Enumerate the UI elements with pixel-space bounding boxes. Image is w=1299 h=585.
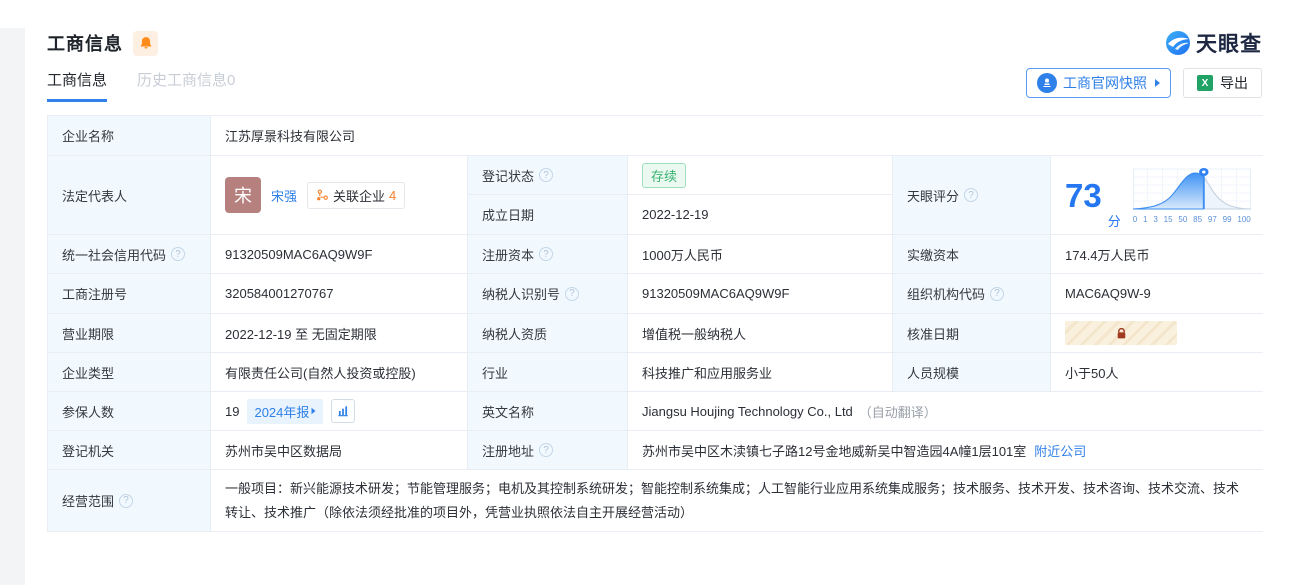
field-value-credit-code: 91320509MAC6AQ9W9F — [211, 235, 467, 273]
business-info-table: 企业名称 江苏厚景科技有限公司 法定代表人 宋 宋强 关联企业 4 登记状态 ?… — [47, 115, 1263, 532]
help-icon[interactable] — [990, 286, 1005, 301]
field-label-registration-authority: 登记机关 — [48, 431, 210, 469]
official-snapshot-button[interactable]: 工商官网快照 — [1026, 68, 1171, 98]
help-icon[interactable] — [964, 188, 979, 202]
field-label-tyc-score: 天眼评分 — [893, 156, 1050, 234]
locked-value-placeholder[interactable] — [1065, 321, 1177, 345]
field-value-registered-capital: 1000万人民币 — [628, 235, 892, 273]
official-snapshot-label: 工商官网快照 — [1063, 75, 1147, 91]
field-label-paid-capital: 实缴资本 — [893, 235, 1050, 273]
help-icon[interactable] — [565, 286, 580, 301]
tianyancha-logo-icon — [1166, 31, 1190, 55]
help-icon[interactable] — [119, 493, 134, 508]
field-value-paid-capital: 174.4万人民币 — [1051, 235, 1263, 273]
field-value-registration-status: 存续 — [628, 156, 892, 194]
nearby-companies-link[interactable]: 附近公司 — [1034, 441, 1086, 460]
toolbar-actions: 工商官网快照 X 导出 — [1026, 68, 1262, 98]
panel-header: 工商信息 天眼查 — [47, 28, 1262, 58]
score-distribution-chart: 0 1 3 15 50 85 97 99 100 — [1132, 167, 1251, 224]
related-companies-count: 4 — [389, 187, 397, 203]
field-label-registered-capital: 注册资本 — [468, 235, 627, 273]
field-value-organization-code: MAC6AQ9W-9 — [1051, 274, 1263, 313]
field-label-organization-code: 组织机构代码 — [893, 274, 1050, 313]
bell-icon — [140, 37, 151, 49]
field-label-insured-count: 参保人数 — [48, 392, 210, 430]
page-left-gutter — [0, 28, 25, 585]
field-label-industry: 行业 — [468, 353, 627, 391]
tianyancha-logo: 天眼查 — [1165, 28, 1262, 58]
field-value-business-term: 2022-12-19 至 无固定期限 — [211, 314, 467, 352]
field-value-legal-representative: 宋 宋强 关联企业 4 — [211, 156, 467, 234]
related-company-icon — [317, 189, 328, 200]
field-value-staff-size: 小于50人 — [1051, 353, 1263, 391]
export-button[interactable]: X 导出 — [1183, 68, 1262, 98]
field-label-business-term: 营业期限 — [48, 314, 210, 352]
annual-report-badge[interactable]: 2024年报 — [247, 398, 324, 424]
field-label-business-scope: 经营范围 — [48, 470, 210, 531]
field-label-taxpayer-id: 纳税人识别号 — [468, 274, 627, 313]
excel-icon: X — [1197, 75, 1213, 91]
field-value-registration-number: 320584001270767 — [211, 274, 467, 313]
legal-rep-avatar[interactable]: 宋 — [225, 177, 261, 213]
field-label-company-type: 企业类型 — [48, 353, 210, 391]
field-label-registration-status: 登记状态 — [468, 156, 627, 194]
field-label-approval-date: 核准日期 — [893, 314, 1050, 352]
field-label-company-name: 企业名称 — [48, 116, 210, 155]
field-label-establish-date: 成立日期 — [468, 195, 627, 234]
related-companies-badge[interactable]: 关联企业 4 — [307, 181, 406, 209]
seal-icon — [1037, 73, 1057, 93]
export-label: 导出 — [1220, 75, 1248, 91]
help-icon[interactable] — [539, 168, 554, 182]
score-unit: 分 — [1107, 214, 1121, 229]
field-value-company-name: 江苏厚景科技有限公司 — [211, 116, 1263, 155]
monitor-bell-button[interactable] — [133, 30, 158, 56]
tab-history-business-info[interactable]: 历史工商信息0 — [137, 69, 235, 102]
field-value-insured-count: 19 2024年报 — [211, 392, 467, 430]
insured-trend-button[interactable] — [331, 399, 356, 423]
score-axis-ticks: 0 1 3 15 50 85 97 99 100 — [1132, 214, 1251, 224]
legal-rep-name-link[interactable]: 宋强 — [271, 186, 297, 205]
field-label-english-name: 英文名称 — [468, 392, 627, 430]
help-icon[interactable] — [539, 443, 554, 457]
field-label-registered-address: 注册地址 — [468, 431, 627, 469]
chevron-right-icon — [311, 407, 316, 415]
trend-chart-icon — [338, 406, 349, 417]
business-info-panel: 工商信息 天眼查 工商信息 历史工商信息0 工商官网快照 X 导出 企业名称 江… — [25, 28, 1299, 532]
field-value-tyc-score: 73 分 0 1 3 15 50 85 97 99 100 — [1051, 156, 1263, 234]
field-value-business-scope: 一般项目：新兴能源技术研发；节能管理服务；电机及其控制系统研发；智能控制系统集成… — [211, 470, 1263, 531]
field-value-establish-date: 2022-12-19 — [628, 195, 892, 234]
field-value-industry: 科技推广和应用服务业 — [628, 353, 892, 391]
field-value-taxpayer-quality: 增值税一般纳税人 — [628, 314, 892, 352]
tabs-toolbar-row: 工商信息 历史工商信息0 工商官网快照 X 导出 — [47, 68, 1262, 102]
field-value-company-type: 有限责任公司(自然人投资或控股) — [211, 353, 467, 391]
lock-icon — [1117, 327, 1125, 338]
page-title: 工商信息 — [47, 34, 123, 54]
help-icon[interactable] — [171, 247, 186, 261]
field-value-registered-address: 苏州市吴中区木渎镇七子路12号金地威新吴中智造园4A幢1层101室 附近公司 — [628, 431, 1263, 469]
score-marker-pin-icon — [1198, 167, 1209, 176]
field-value-taxpayer-id: 91320509MAC6AQ9W9F — [628, 274, 892, 313]
field-label-taxpayer-quality: 纳税人资质 — [468, 314, 627, 352]
related-companies-label: 关联企业 — [333, 188, 386, 204]
field-value-english-name: Jiangsu Houjing Technology Co., Ltd （自动翻… — [628, 392, 1263, 430]
tab-bar: 工商信息 历史工商信息0 — [47, 69, 235, 102]
tianyancha-logo-text: 天眼查 — [1196, 33, 1262, 56]
field-value-approval-date — [1051, 314, 1263, 352]
auto-translate-note: （自动翻译） — [858, 404, 937, 420]
field-value-registration-authority: 苏州市吴中区数据局 — [211, 431, 467, 469]
field-label-registration-number: 工商注册号 — [48, 274, 210, 313]
field-label-credit-code: 统一社会信用代码 — [48, 235, 210, 273]
help-icon[interactable] — [539, 247, 554, 261]
status-badge: 存续 — [642, 162, 687, 188]
score-value: 73 — [1065, 176, 1102, 214]
tab-business-info[interactable]: 工商信息 — [47, 69, 108, 102]
chevron-right-icon — [1155, 79, 1160, 87]
field-label-staff-size: 人员规模 — [893, 353, 1050, 391]
score-curve-svg — [1132, 167, 1251, 209]
field-label-legal-representative: 法定代表人 — [48, 156, 210, 234]
